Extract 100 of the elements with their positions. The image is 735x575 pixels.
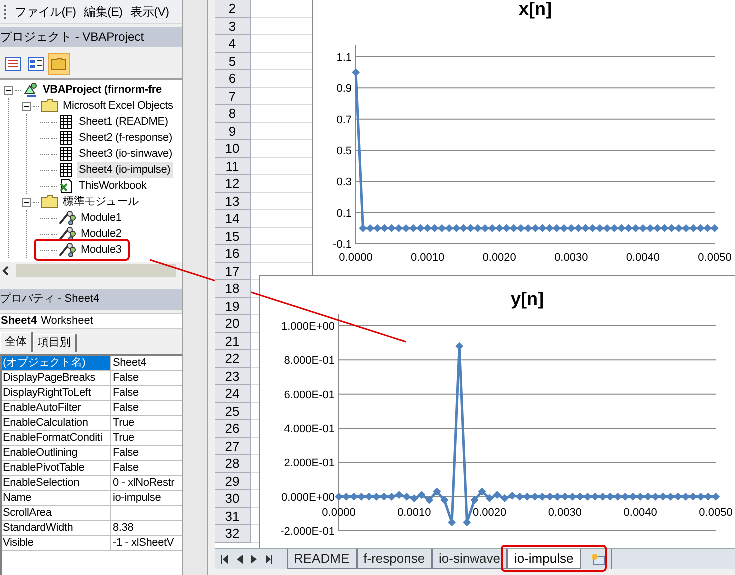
data-point bbox=[524, 224, 532, 232]
data-point bbox=[704, 224, 712, 232]
data-point bbox=[438, 224, 446, 232]
y-tick-label: 0.9 bbox=[336, 83, 352, 96]
property-name[interactable]: EnableCalculation bbox=[2, 416, 111, 430]
menu-item[interactable]: 表示(V) bbox=[130, 2, 170, 20]
row-header[interactable]: 16 bbox=[215, 245, 251, 262]
folder-icon bbox=[41, 99, 59, 113]
row-header[interactable]: 29 bbox=[215, 472, 251, 490]
tree-item[interactable]: Sheet1 (README) bbox=[77, 114, 170, 130]
property-name[interactable]: Visible bbox=[2, 536, 111, 550]
y-tick-label: 1.1 bbox=[336, 52, 352, 64]
property-name[interactable]: EnableFormatConditi bbox=[2, 431, 111, 445]
property-value[interactable]: 0 - xlNoRestr bbox=[111, 476, 182, 490]
row-header[interactable]: 26 bbox=[215, 420, 251, 438]
tree-item[interactable]: Module3 bbox=[79, 242, 124, 258]
sheet-tab[interactable]: f-response bbox=[356, 549, 432, 569]
tree-item[interactable]: Sheet3 (io-sinwave) bbox=[77, 146, 174, 162]
properties-tab[interactable]: 項目別 bbox=[33, 334, 77, 352]
row-header[interactable]: 17 bbox=[215, 262, 251, 280]
tree-item[interactable]: ThisWorkbook bbox=[77, 178, 149, 194]
row-header[interactable]: 6 bbox=[215, 70, 251, 88]
next-sheet-icon[interactable] bbox=[251, 554, 257, 564]
row-header[interactable]: 24 bbox=[215, 385, 251, 402]
data-point bbox=[546, 224, 554, 232]
row-header[interactable]: 18 bbox=[215, 280, 251, 298]
properties-tab[interactable]: 全体 bbox=[0, 332, 33, 352]
collapse-icon[interactable] bbox=[4, 86, 13, 94]
sheet-tab[interactable]: io-sinwave bbox=[432, 549, 508, 569]
property-name[interactable]: StandardWidth bbox=[2, 521, 111, 535]
row-header[interactable]: 30 bbox=[215, 490, 251, 508]
property-name[interactable]: ScrollArea bbox=[2, 506, 111, 520]
row-header[interactable]: 2 bbox=[215, 0, 251, 18]
row-header[interactable]: 32 bbox=[215, 525, 251, 542]
property-name[interactable]: EnableOutlining bbox=[2, 446, 111, 460]
row-header[interactable]: 25 bbox=[215, 402, 251, 420]
property-value[interactable]: True bbox=[111, 431, 182, 445]
row-header[interactable]: 7 bbox=[215, 88, 251, 105]
row-header[interactable]: 12 bbox=[215, 175, 251, 192]
previous-sheet-icon[interactable] bbox=[237, 554, 243, 564]
row-header[interactable]: 19 bbox=[215, 298, 251, 315]
tree-item[interactable]: Module1 bbox=[79, 210, 124, 226]
object-dropdown[interactable]: Sheet4 Worksheet bbox=[0, 313, 182, 329]
row-header[interactable]: 27 bbox=[215, 438, 251, 455]
data-point bbox=[538, 224, 547, 232]
row-header[interactable]: 23 bbox=[215, 368, 251, 385]
collapse-icon[interactable] bbox=[22, 102, 31, 110]
property-value[interactable]: io-impulse bbox=[111, 491, 182, 505]
tree-item[interactable]: Sheet2 (f-response) bbox=[77, 130, 174, 146]
row-header[interactable]: 10 bbox=[215, 140, 251, 158]
row-header[interactable]: 15 bbox=[215, 228, 251, 245]
row-header[interactable]: 9 bbox=[215, 122, 251, 140]
data-point bbox=[554, 492, 562, 501]
sheet-tab[interactable]: io-impulse bbox=[507, 549, 581, 569]
tree-item[interactable]: Microsoft Excel Objects bbox=[61, 98, 176, 114]
row-header[interactable]: 14 bbox=[215, 210, 251, 228]
property-value[interactable]: False bbox=[111, 446, 182, 460]
data-point bbox=[632, 224, 640, 232]
collapse-icon[interactable] bbox=[22, 198, 31, 206]
menu-item[interactable]: 編集(E) bbox=[84, 2, 123, 20]
tree-item[interactable]: 標準モジュール bbox=[61, 194, 141, 210]
property-name[interactable]: EnableAutoFilter bbox=[2, 401, 111, 415]
row-header[interactable]: 22 bbox=[215, 350, 251, 368]
property-name[interactable]: EnablePivotTable bbox=[2, 461, 111, 475]
row-header[interactable]: 28 bbox=[215, 455, 251, 472]
property-value[interactable]: True bbox=[111, 416, 182, 430]
first-sheet-icon[interactable] bbox=[221, 554, 229, 564]
data-point bbox=[388, 224, 396, 232]
last-sheet-icon[interactable] bbox=[265, 554, 273, 564]
sheet-tab[interactable]: README bbox=[287, 549, 357, 569]
property-name[interactable]: EnableSelection bbox=[2, 476, 111, 490]
row-header[interactable]: 20 bbox=[215, 315, 251, 332]
property-value[interactable]: False bbox=[111, 371, 182, 385]
data-point bbox=[654, 224, 662, 232]
data-point bbox=[510, 224, 518, 232]
tree-item[interactable]: Sheet4 (io-impulse) bbox=[77, 162, 173, 178]
property-value[interactable]: False bbox=[111, 461, 182, 475]
property-value[interactable]: Sheet4 bbox=[111, 356, 182, 370]
property-value[interactable]: 8.38 bbox=[111, 521, 182, 535]
property-name[interactable]: DisplayPageBreaks bbox=[2, 371, 111, 385]
row-header[interactable]: 4 bbox=[215, 35, 251, 52]
row-header[interactable]: 21 bbox=[215, 332, 251, 350]
row-header[interactable]: 3 bbox=[215, 18, 251, 35]
row-header[interactable]: 5 bbox=[215, 52, 251, 70]
property-value[interactable]: False bbox=[111, 386, 182, 400]
row-header[interactable]: 31 bbox=[215, 508, 251, 525]
menu-item[interactable]: ファイル(F) bbox=[15, 2, 76, 20]
row-header[interactable]: 13 bbox=[215, 192, 251, 210]
folder-toggle-button[interactable] bbox=[48, 53, 70, 75]
folder-icon bbox=[41, 195, 59, 209]
property-name[interactable]: DisplayRightToLeft bbox=[2, 386, 111, 400]
property-name[interactable]: (オブジェクト名) bbox=[2, 356, 111, 370]
tree-item[interactable]: Module2 bbox=[79, 226, 124, 242]
data-point bbox=[668, 224, 676, 232]
property-value[interactable]: False bbox=[111, 401, 182, 415]
property-name[interactable]: Name bbox=[2, 491, 111, 505]
tree-item[interactable]: VBAProject (firnorm-fre bbox=[41, 82, 164, 98]
property-value[interactable]: -1 - xlSheetV bbox=[111, 536, 182, 550]
row-header[interactable]: 11 bbox=[215, 158, 251, 175]
row-header[interactable]: 8 bbox=[215, 105, 251, 122]
